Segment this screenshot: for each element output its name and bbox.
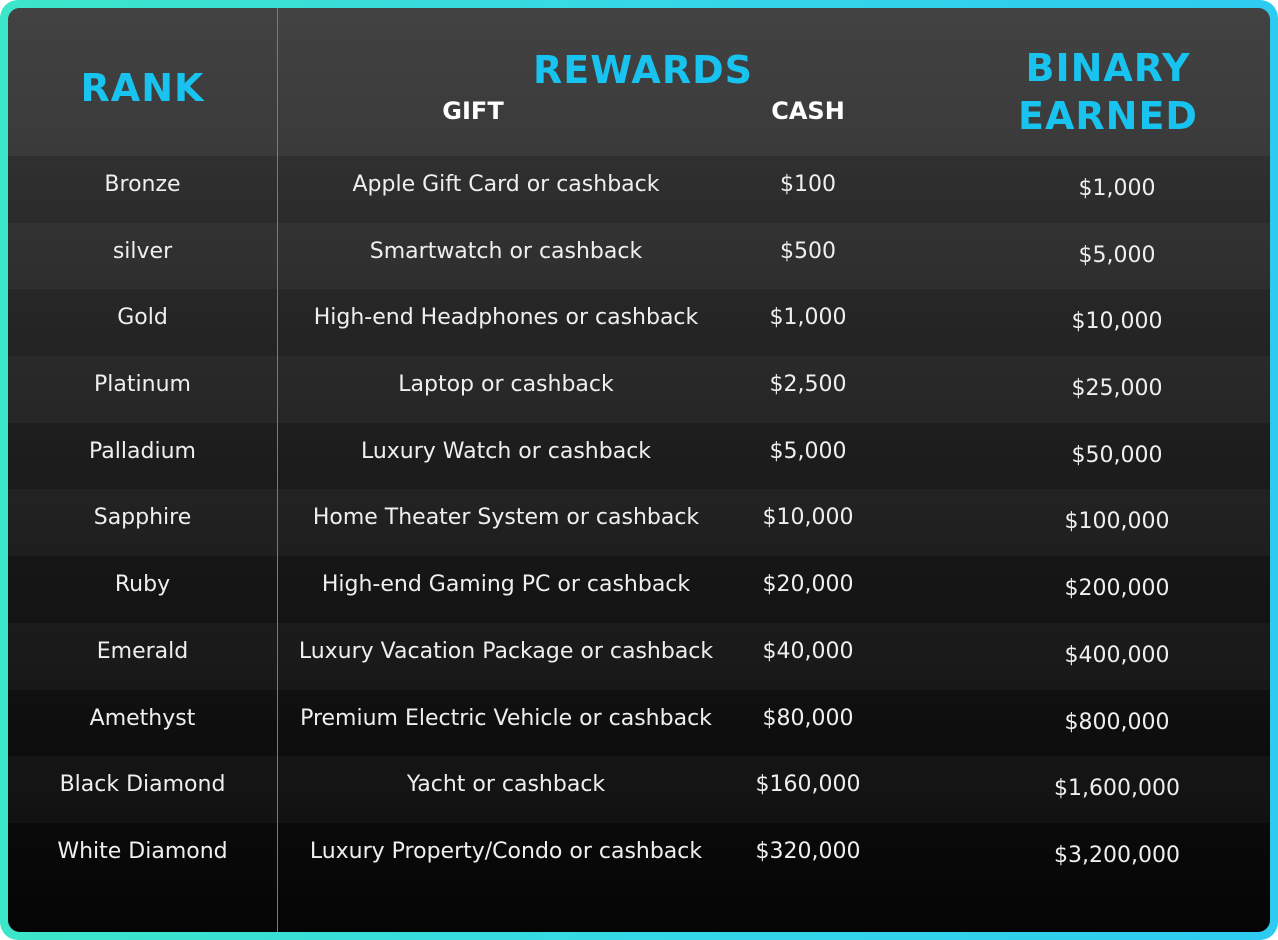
binary-earned-column-header: BINARY EARNED [968, 44, 1248, 140]
gift-cell: Laptop or cashback [398, 372, 614, 398]
table-row: Amethyst Premium Electric Vehicle or cas… [8, 690, 1270, 757]
cash-cell: $160,000 [755, 772, 861, 798]
rewards-table: RANK REWARDS GIFT CASH BINARY EARNED Bro… [8, 8, 1270, 932]
table-row: White Diamond Luxury Property/Condo or c… [8, 823, 1270, 890]
rank-cell: Bronze [104, 172, 181, 197]
column-divider [277, 8, 278, 932]
cash-cell: $40,000 [762, 638, 854, 664]
binary-earned-cell: $1,000 [1078, 176, 1156, 201]
gift-cell: High-end Gaming PC or cashback [321, 572, 691, 598]
table-row: Black Diamond Yacht or cashback $160,000… [8, 756, 1270, 823]
rewards-table-frame: RANK REWARDS GIFT CASH BINARY EARNED Bro… [0, 0, 1278, 940]
table-row: Platinum Laptop or cashback $2,500 $25,0… [8, 356, 1270, 423]
cash-cell: $5,000 [769, 438, 847, 464]
table-row: silver Smartwatch or cashback $500 $5,00… [8, 223, 1270, 290]
gift-cell: Luxury Vacation Package or cashback [298, 638, 714, 664]
rank-cell: Amethyst [89, 705, 196, 731]
cash-cell: $2,500 [769, 372, 847, 398]
binary-header-line2: EARNED [1018, 94, 1198, 138]
rank-column-header: RANK [80, 66, 205, 110]
rank-cell: White Diamond [57, 838, 228, 864]
table-row: Ruby High-end Gaming PC or cashback $20,… [8, 556, 1270, 623]
gift-cell: Premium Electric Vehicle or cashback [300, 705, 712, 731]
gift-cell: Yacht or cashback [406, 772, 606, 798]
cash-cell: $320,000 [755, 838, 861, 864]
gift-cell: Smartwatch or cashback [369, 238, 643, 264]
rank-cell: Ruby [114, 572, 171, 598]
table-row: Bronze Apple Gift Card or cashback $100 … [8, 156, 1270, 223]
table-header: RANK REWARDS GIFT CASH BINARY EARNED [8, 8, 1270, 156]
rank-cell: silver [112, 238, 173, 264]
binary-earned-cell: $200,000 [1064, 576, 1170, 602]
rank-cell: Emerald [96, 638, 189, 664]
rank-cell: Platinum [94, 372, 191, 398]
rank-cell: Black Diamond [59, 772, 226, 798]
binary-earned-cell: $800,000 [1064, 709, 1170, 735]
cash-subheader: CASH [771, 97, 845, 125]
binary-earned-cell: $25,000 [1071, 376, 1163, 402]
cash-cell: $1,000 [769, 305, 847, 331]
binary-earned-cell: $1,600,000 [1054, 776, 1180, 802]
gift-cell: Home Theater System or cashback [312, 505, 700, 531]
table-row: Emerald Luxury Vacation Package or cashb… [8, 623, 1270, 690]
cash-cell: $100 [780, 172, 836, 197]
rank-cell: Sapphire [93, 505, 192, 531]
gift-cell: Luxury Property/Condo or cashback [309, 838, 703, 864]
gift-cell: High-end Headphones or cashback [313, 305, 699, 331]
rank-cell: Gold [117, 305, 168, 331]
binary-earned-cell: $5,000 [1078, 242, 1156, 268]
binary-earned-cell: $10,000 [1071, 309, 1163, 335]
cash-cell: $80,000 [762, 705, 854, 731]
gift-subheader: GIFT [442, 97, 504, 125]
gift-cell: Luxury Watch or cashback [360, 438, 652, 464]
binary-earned-cell: $400,000 [1064, 642, 1170, 668]
binary-earned-cell: $100,000 [1064, 509, 1170, 535]
cash-cell: $500 [780, 238, 836, 264]
binary-earned-cell: $50,000 [1071, 442, 1163, 468]
table-body: Bronze Apple Gift Card or cashback $100 … [8, 156, 1270, 890]
cash-cell: $20,000 [762, 572, 854, 598]
rank-cell: Palladium [89, 438, 196, 464]
gift-cell: Apple Gift Card or cashback [352, 172, 660, 197]
binary-earned-cell: $3,200,000 [1054, 842, 1180, 868]
table-row: Gold High-end Headphones or cashback $1,… [8, 289, 1270, 356]
binary-header-line1: BINARY [1025, 46, 1191, 90]
table-row: Sapphire Home Theater System or cashback… [8, 489, 1270, 556]
cash-cell: $10,000 [762, 505, 854, 531]
table-row: Palladium Luxury Watch or cashback $5,00… [8, 423, 1270, 490]
rewards-column-header: REWARDS [532, 48, 753, 92]
